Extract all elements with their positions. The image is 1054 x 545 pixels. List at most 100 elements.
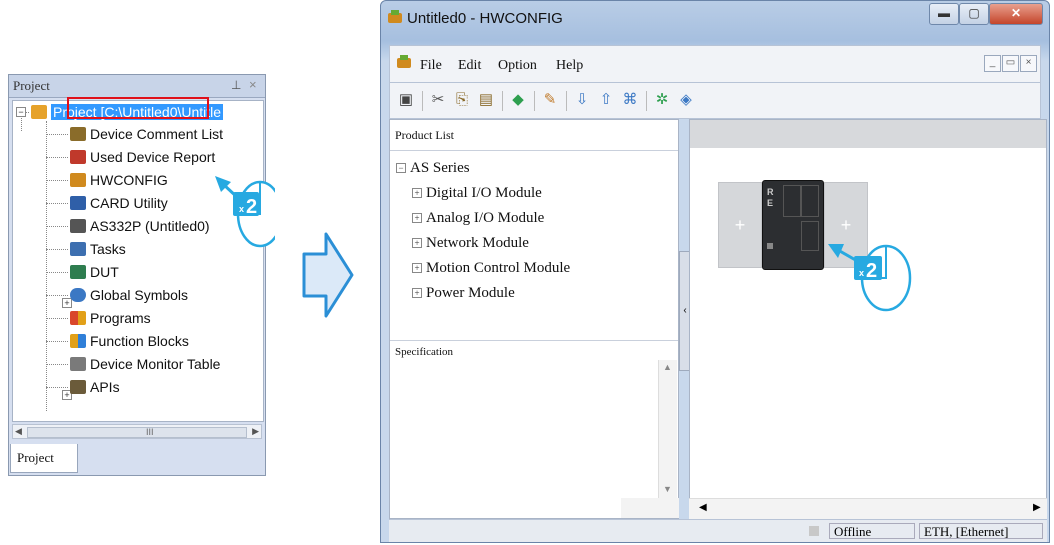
cpu-led-e: E xyxy=(767,198,774,208)
scroll-right-icon[interactable]: ▶ xyxy=(1033,502,1041,513)
add-icon: + xyxy=(734,215,746,235)
scroll-thumb[interactable]: III xyxy=(27,427,247,438)
tree-item-power[interactable]: + Power Module xyxy=(412,285,515,302)
tree-item-label: APIs xyxy=(90,379,120,395)
scroll-down-icon[interactable]: ▼ xyxy=(663,484,672,494)
tree-item-global-symbols[interactable]: Global Symbols xyxy=(70,285,188,305)
close-icon[interactable]: × xyxy=(249,77,257,92)
status-indicator xyxy=(809,526,819,536)
scroll-left-icon[interactable]: ◀ xyxy=(699,502,707,513)
scroll-left-icon[interactable]: ◀ xyxy=(15,426,22,437)
minimize-button[interactable]: ▬ xyxy=(929,3,959,25)
right-arrow-icon xyxy=(302,232,354,318)
product-list-hscroll[interactable] xyxy=(621,498,679,518)
tree-item-tasks[interactable]: Tasks xyxy=(70,239,126,259)
tree-item-label: Device Monitor Table xyxy=(90,356,221,372)
tree-item-motion-control[interactable]: + Motion Control Module xyxy=(412,260,570,277)
tree-collapse-toggle[interactable]: − xyxy=(16,107,26,117)
specification-scrollbar[interactable]: ▲ ▼ xyxy=(658,360,677,500)
tree-item-as-series[interactable]: − AS Series xyxy=(396,160,470,177)
edit-icon[interactable]: ✎ xyxy=(540,90,560,110)
module-label: Analog I/O Module xyxy=(426,210,545,226)
tree-item-network[interactable]: + Network Module xyxy=(412,235,529,252)
menu-help[interactable]: Help xyxy=(556,58,583,74)
tree-horizontal-scrollbar[interactable]: ◀ III ▶ xyxy=(12,424,262,439)
tree-item-device-comment-list[interactable]: Device Comment List xyxy=(70,124,223,144)
tree-item-label: Function Blocks xyxy=(90,333,189,349)
card-icon xyxy=(70,196,86,210)
tree-item-function-blocks[interactable]: Function Blocks xyxy=(70,331,189,351)
tree-item-device-monitor-table[interactable]: Device Monitor Table xyxy=(70,354,220,374)
cut-icon[interactable]: ✂ xyxy=(428,90,448,110)
expand-icon[interactable]: + xyxy=(412,188,422,198)
module-label: Motion Control Module xyxy=(426,260,571,276)
project-icon xyxy=(31,105,47,119)
tree-item-label: CARD Utility xyxy=(90,195,168,211)
expand-icon[interactable]: + xyxy=(412,213,422,223)
monitor-icon xyxy=(70,357,86,371)
mdi-minimize-button[interactable]: _ xyxy=(984,55,1001,72)
comment-list-icon xyxy=(70,127,86,141)
tree-item-hwconfig[interactable]: HWCONFIG xyxy=(70,170,168,190)
online-icon[interactable]: ◈ xyxy=(676,90,696,110)
dut-icon xyxy=(70,265,86,279)
cpu-terminal xyxy=(801,221,819,251)
globe-icon xyxy=(70,288,86,302)
status-mode: Offline xyxy=(829,523,915,539)
clear-icon[interactable]: ◆ xyxy=(508,90,528,110)
tree-item-label: Programs xyxy=(90,310,151,326)
double-click-count: 2 xyxy=(246,196,257,218)
pin-icon[interactable]: ⊥ xyxy=(231,78,241,92)
download-icon[interactable]: ⇩ xyxy=(572,90,592,110)
mdi-close-button[interactable]: × xyxy=(1020,55,1037,72)
expand-icon[interactable]: + xyxy=(412,263,422,273)
tree-item-used-device-report[interactable]: Used Device Report xyxy=(70,147,215,167)
project-panel-title: Project xyxy=(13,78,50,93)
hwconfig-icon xyxy=(387,9,405,28)
tree-item-dut[interactable]: DUT xyxy=(70,262,119,282)
function-blocks-icon xyxy=(70,334,86,348)
mdi-restore-button[interactable]: ▭ xyxy=(1002,55,1019,72)
tab-project[interactable]: Project xyxy=(10,444,78,473)
menu-option[interactable]: Option xyxy=(498,58,537,74)
status-bar: Offline ETH, [Ethernet] xyxy=(389,519,1047,542)
tree-item-apis[interactable]: APIs xyxy=(70,377,120,397)
collapse-icon[interactable]: − xyxy=(396,163,406,173)
cpu-connector xyxy=(767,243,773,249)
scroll-up-icon[interactable]: ▲ xyxy=(663,362,672,372)
paste-icon[interactable]: ▤ xyxy=(476,90,496,110)
canvas-header xyxy=(690,120,1046,148)
specification-header: Specification xyxy=(390,340,678,361)
x-prefix: x xyxy=(859,268,864,278)
tree-item-digital-io[interactable]: + Digital I/O Module xyxy=(412,185,542,202)
hwconfig-highlight-box xyxy=(67,97,209,119)
cpu-module[interactable]: R E xyxy=(762,180,824,270)
programs-icon xyxy=(70,311,86,325)
upload-icon[interactable]: ⇧ xyxy=(596,90,616,110)
save-icon[interactable]: ▣ xyxy=(396,90,416,110)
menu-edit[interactable]: Edit xyxy=(458,58,481,74)
project-panel-titlebar: Project ⊥ × xyxy=(9,75,265,98)
menu-file[interactable]: File xyxy=(420,58,442,74)
scan-icon[interactable]: ⌘ xyxy=(620,90,640,110)
tree-item-plc[interactable]: AS332P (Untitled0) xyxy=(70,216,210,236)
tree-item-programs[interactable]: Programs xyxy=(70,308,151,328)
close-button[interactable]: ✕ xyxy=(989,3,1043,25)
expand-icon[interactable]: + xyxy=(412,288,422,298)
tab-label: Project xyxy=(17,450,54,465)
canvas-horizontal-scrollbar[interactable]: ◀ ▶ xyxy=(689,498,1047,519)
product-list-pane: Product List − AS Series + Digital I/O Mod… xyxy=(389,119,679,519)
empty-slot-left[interactable]: + xyxy=(718,182,762,268)
module-label: Power Module xyxy=(426,285,515,301)
maximize-button[interactable]: ▢ xyxy=(959,3,989,25)
specification-title: Specification xyxy=(395,346,454,358)
scroll-right-icon[interactable]: ▶ xyxy=(252,426,259,437)
expand-icon[interactable]: + xyxy=(412,238,422,248)
tree-item-label: DUT xyxy=(90,264,119,280)
tree-item-label: Used Device Report xyxy=(90,149,216,165)
tree-item-card-utility[interactable]: CARD Utility xyxy=(70,193,168,213)
tree-item-analog-io[interactable]: + Analog I/O Module xyxy=(412,210,544,227)
settings-icon[interactable]: ✲ xyxy=(652,90,672,110)
copy-icon[interactable]: ⎘ xyxy=(452,90,472,110)
report-icon xyxy=(70,150,86,164)
